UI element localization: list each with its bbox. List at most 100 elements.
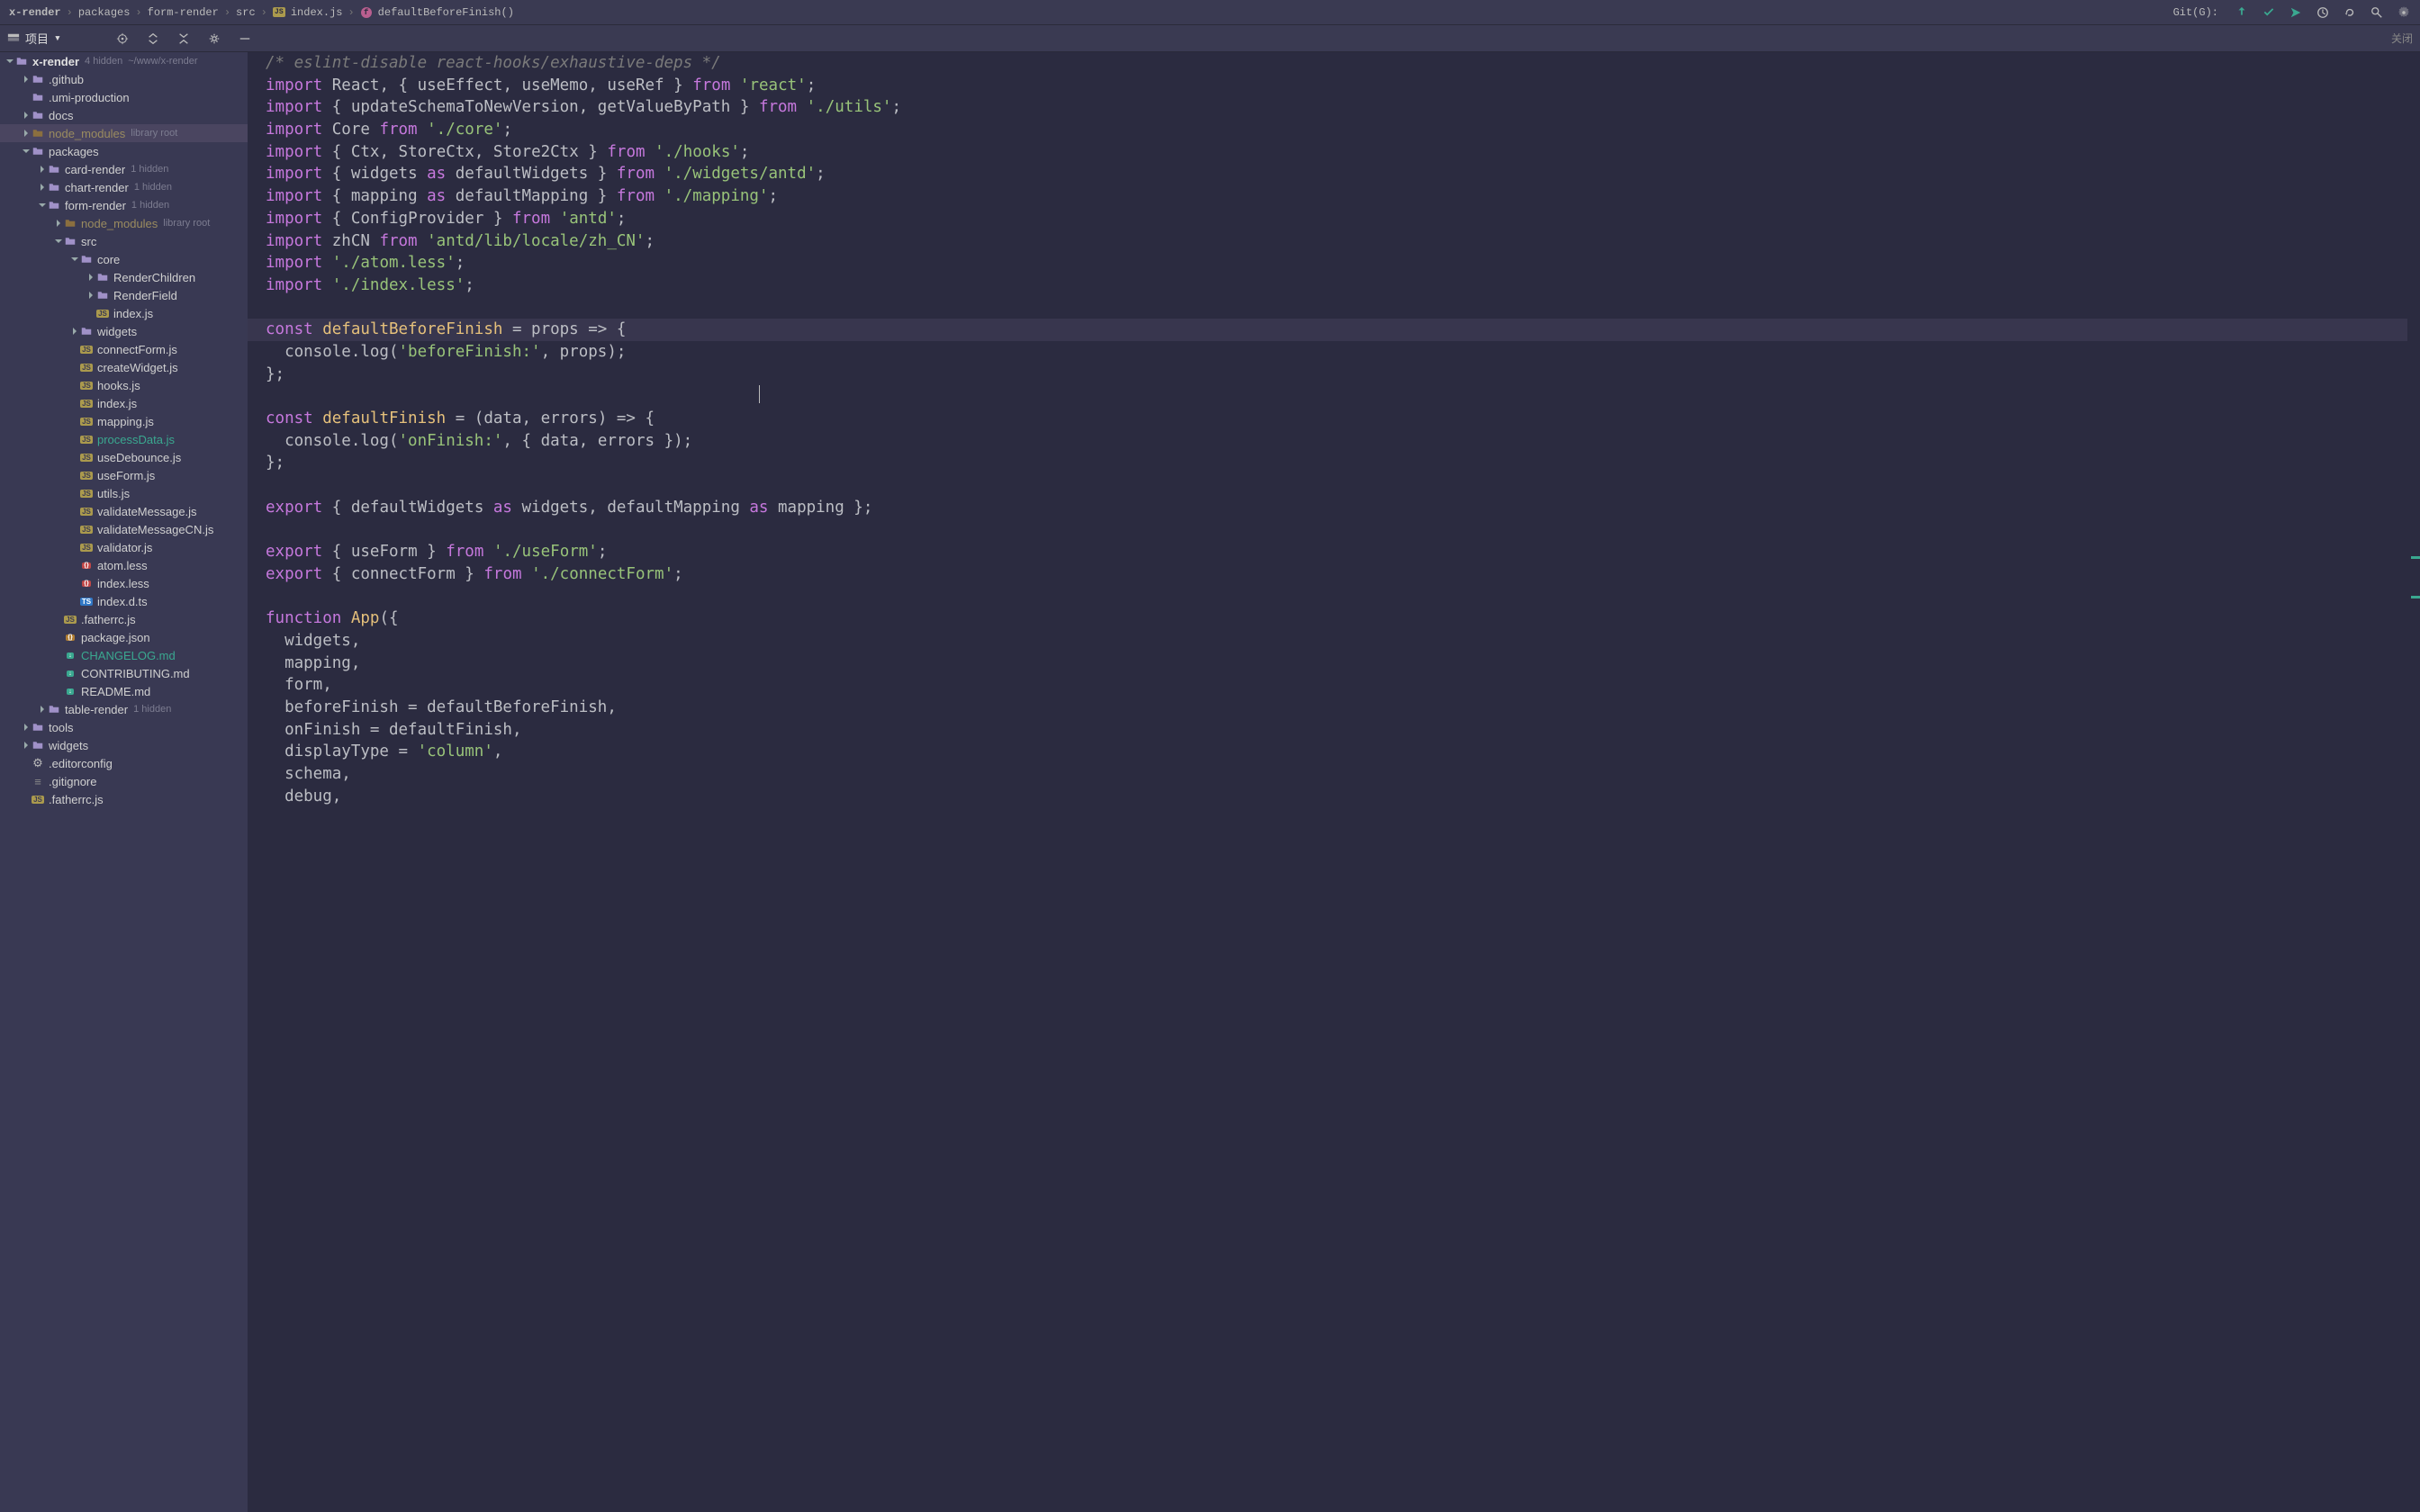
tree-item[interactable]: JS index.js — [0, 394, 248, 412]
code-line[interactable]: import './index.less'; — [266, 274, 2402, 297]
code-line[interactable]: /* eslint-disable react-hooks/exhaustive… — [266, 52, 2402, 75]
code-line[interactable]: }; — [266, 452, 2402, 474]
tree-item[interactable]: .github — [0, 70, 248, 88]
marker-strip[interactable] — [2407, 52, 2420, 1512]
tree-item[interactable]: tools — [0, 718, 248, 736]
chevron-icon[interactable] — [70, 256, 79, 263]
breadcrumb[interactable]: x-render › packages › form-render › src … — [9, 6, 2173, 19]
close-link[interactable]: 关闭 — [2391, 31, 2413, 46]
history-icon[interactable] — [2316, 5, 2330, 20]
tree-item[interactable]: JS processData.js — [0, 430, 248, 448]
chevron-icon[interactable] — [38, 706, 47, 713]
undo-icon[interactable] — [2343, 5, 2357, 20]
code-line[interactable]: const defaultBeforeFinish = props => { — [248, 319, 2420, 341]
tree-item[interactable]: RenderField — [0, 286, 248, 304]
gear-icon[interactable] — [207, 32, 221, 46]
tree-item[interactable]: JS useDebounce.js — [0, 448, 248, 466]
code-line[interactable]: import { mapping as defaultMapping } fro… — [266, 185, 2402, 208]
tree-item[interactable]: ↓ CONTRIBUTING.md — [0, 664, 248, 682]
hide-icon[interactable] — [238, 32, 252, 46]
breadcrumb-item[interactable]: defaultBeforeFinish() — [378, 6, 514, 19]
tree-item[interactable]: ≡ .gitignore — [0, 772, 248, 790]
tree-item[interactable]: src — [0, 232, 248, 250]
collapse-all-icon[interactable] — [176, 32, 191, 46]
git-push-icon[interactable] — [2289, 5, 2303, 20]
tree-item[interactable]: JS utils.js — [0, 484, 248, 502]
tree-item[interactable]: ↓ CHANGELOG.md — [0, 646, 248, 664]
tree-root[interactable]: x-render 4 hidden ~/www/x-render — [0, 52, 248, 70]
code-line[interactable]: beforeFinish = defaultBeforeFinish, — [266, 697, 2402, 719]
tree-item[interactable]: card-render 1 hidden — [0, 160, 248, 178]
tree-item[interactable]: packages — [0, 142, 248, 160]
code-line[interactable]: function App({ — [266, 608, 2402, 630]
chevron-icon[interactable] — [38, 202, 47, 209]
chevron-icon[interactable] — [22, 130, 31, 137]
tree-item[interactable]: JS validator.js — [0, 538, 248, 556]
tree-item[interactable]: JS connectForm.js — [0, 340, 248, 358]
tree-item[interactable]: TS index.d.ts — [0, 592, 248, 610]
code-line[interactable]: import './atom.less'; — [266, 252, 2402, 274]
chevron-icon[interactable] — [54, 220, 63, 227]
chevron-icon[interactable] — [86, 292, 95, 299]
tree-item[interactable]: docs — [0, 106, 248, 124]
code-line[interactable]: import { widgets as defaultWidgets } fro… — [266, 163, 2402, 185]
chevron-icon[interactable] — [22, 724, 31, 731]
tree-item[interactable]: {} atom.less — [0, 556, 248, 574]
git-commit-icon[interactable] — [2262, 5, 2276, 20]
chevron-icon[interactable] — [38, 184, 47, 191]
search-icon[interactable] — [2370, 5, 2384, 20]
tree-item[interactable]: table-render 1 hidden — [0, 700, 248, 718]
tree-item[interactable]: RenderChildren — [0, 268, 248, 286]
code-line[interactable]: widgets, — [266, 630, 2402, 652]
chevron-icon[interactable] — [86, 274, 95, 281]
tree-item[interactable]: core — [0, 250, 248, 268]
tree-item[interactable]: JS mapping.js — [0, 412, 248, 430]
locate-icon[interactable] — [115, 32, 130, 46]
tree-item[interactable]: node_modules library root — [0, 214, 248, 232]
code-line[interactable]: onFinish = defaultFinish, — [266, 719, 2402, 742]
code-line[interactable]: import zhCN from 'antd/lib/locale/zh_CN'… — [266, 230, 2402, 253]
code-line[interactable] — [266, 474, 2402, 497]
code-line[interactable] — [266, 586, 2402, 608]
code-line[interactable] — [266, 385, 2402, 408]
code-editor[interactable]: /* eslint-disable react-hooks/exhaustive… — [248, 52, 2420, 1512]
git-pull-icon[interactable] — [2235, 5, 2249, 20]
code-line[interactable]: export { useForm } from './useForm'; — [266, 541, 2402, 563]
tree-item[interactable]: {} package.json — [0, 628, 248, 646]
breadcrumb-item[interactable]: form-render — [148, 6, 219, 19]
code-line[interactable]: mapping, — [266, 652, 2402, 675]
tree-item[interactable]: JS useForm.js — [0, 466, 248, 484]
tree-item[interactable]: .umi-production — [0, 88, 248, 106]
tree-item[interactable]: JS validateMessage.js — [0, 502, 248, 520]
code-line[interactable]: console.log('beforeFinish:', props); — [266, 341, 2402, 364]
tree-item[interactable]: JS index.js — [0, 304, 248, 322]
code-line[interactable]: schema, — [266, 763, 2402, 786]
code-line[interactable]: form, — [266, 674, 2402, 697]
code-line[interactable]: import { Ctx, StoreCtx, Store2Ctx } from… — [266, 141, 2402, 164]
code-line[interactable]: console.log('onFinish:', { data, errors … — [266, 430, 2402, 453]
chevron-icon[interactable] — [22, 76, 31, 83]
code-line[interactable] — [266, 297, 2402, 320]
tree-item[interactable]: JS createWidget.js — [0, 358, 248, 376]
code-line[interactable]: displayType = 'column', — [266, 741, 2402, 763]
code-line[interactable]: }; — [266, 364, 2402, 386]
tree-item[interactable]: chart-render 1 hidden — [0, 178, 248, 196]
chevron-icon[interactable] — [5, 58, 14, 65]
tree-item[interactable]: widgets — [0, 322, 248, 340]
chevron-icon[interactable] — [22, 742, 31, 749]
tree-item[interactable]: node_modules library root — [0, 124, 248, 142]
code-line[interactable]: const defaultFinish = (data, errors) => … — [266, 408, 2402, 430]
tree-item[interactable]: JS hooks.js — [0, 376, 248, 394]
tree-item[interactable]: JS .fatherrc.js — [0, 790, 248, 808]
chevron-icon[interactable] — [54, 238, 63, 245]
code-line[interactable]: import Core from './core'; — [266, 119, 2402, 141]
breadcrumb-item[interactable]: index.js — [291, 6, 343, 19]
file-tree[interactable]: x-render 4 hidden ~/www/x-render .github… — [0, 52, 248, 1512]
breadcrumb-item[interactable]: packages — [78, 6, 131, 19]
tree-item[interactable]: JS validateMessageCN.js — [0, 520, 248, 538]
tree-item[interactable]: {} index.less — [0, 574, 248, 592]
breadcrumb-item[interactable]: src — [236, 6, 256, 19]
tree-item[interactable]: ↓ README.md — [0, 682, 248, 700]
chevron-icon[interactable] — [22, 148, 31, 155]
settings-icon[interactable] — [2397, 5, 2411, 20]
